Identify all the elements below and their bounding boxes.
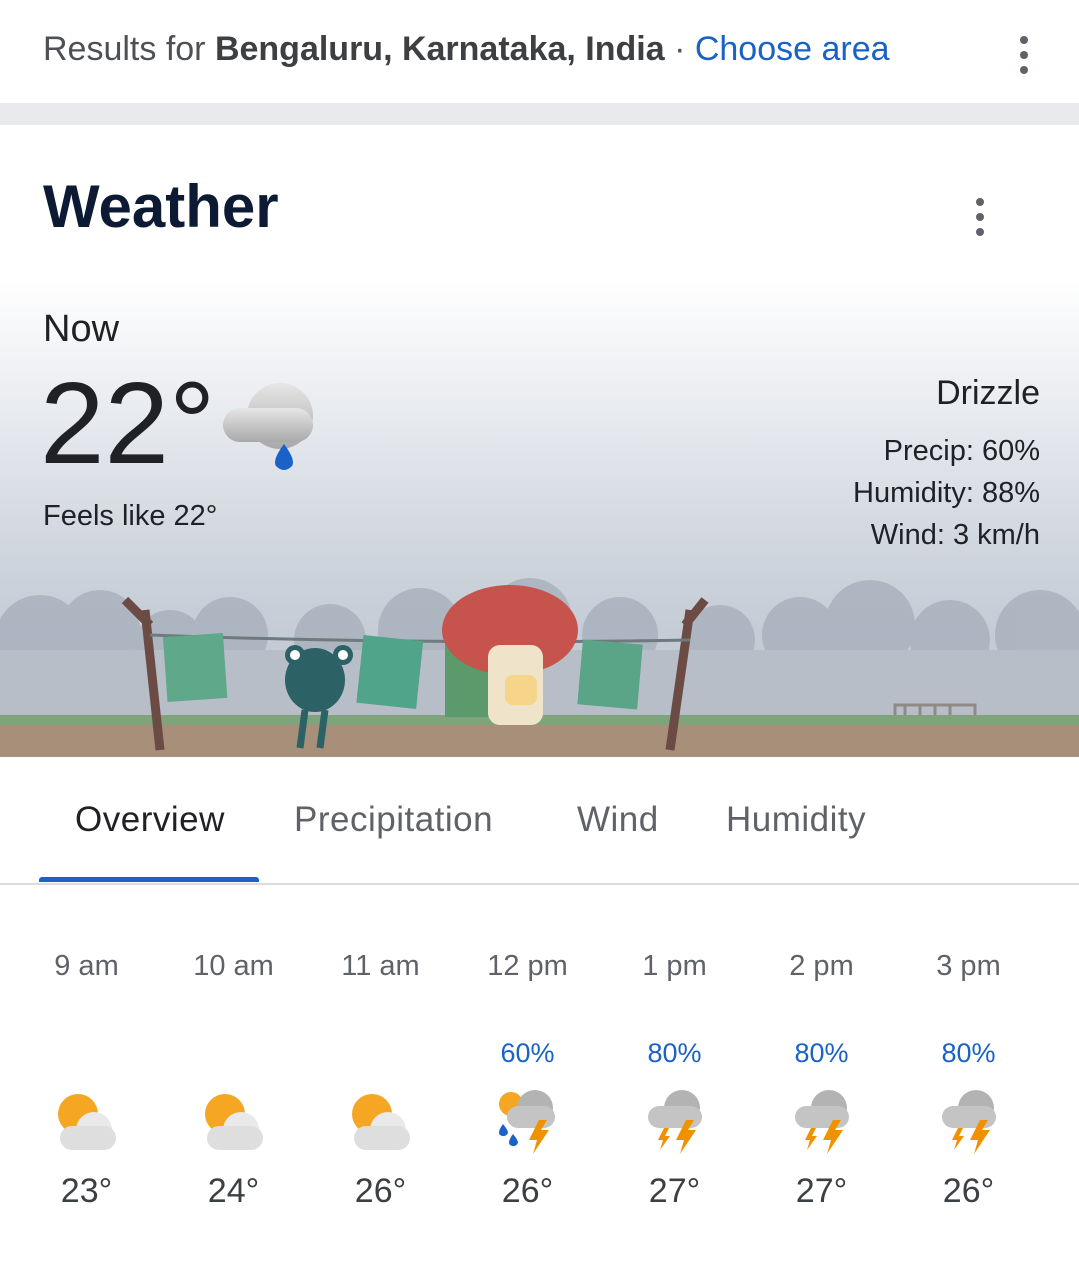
- hourly-item[interactable]: 12 pm 60% 26°: [454, 950, 601, 1211]
- results-for: Results for Bengaluru, Karnataka, India …: [43, 30, 890, 69]
- precip-detail: Precip: 60%: [883, 435, 1040, 467]
- tab-overview[interactable]: Overview: [75, 800, 225, 840]
- results-prefix: Results for: [43, 30, 215, 68]
- hourly-item[interactable]: 9 am 23°: [13, 950, 160, 1211]
- hour-temperature: 24°: [207, 1172, 260, 1210]
- current-temperature: 22°: [40, 358, 216, 488]
- more-options-icon[interactable]: [1019, 36, 1029, 74]
- precip-chance: 80%: [794, 1038, 849, 1068]
- wind-detail: Wind: 3 km/h: [870, 519, 1040, 551]
- choose-area-link[interactable]: Choose area: [695, 30, 890, 68]
- thunderstorms-icon: [748, 1086, 895, 1162]
- hour-temperature: 26°: [354, 1172, 407, 1210]
- partly-cloudy-icon: [160, 1086, 307, 1162]
- active-tab-indicator: [39, 877, 259, 882]
- hour-label: 9 am: [54, 950, 119, 982]
- hourly-item[interactable]: 2 pm 80% 27°: [748, 950, 895, 1211]
- precip-chance: 80%: [941, 1038, 996, 1068]
- divider: [0, 103, 1079, 125]
- card-more-options-icon[interactable]: [975, 198, 985, 236]
- location-name: Bengaluru, Karnataka, India: [214, 30, 665, 68]
- hour-temperature: 23°: [60, 1172, 113, 1210]
- hour-temperature: 27°: [795, 1172, 848, 1210]
- hour-label: 3 pm: [936, 950, 1001, 982]
- humidity-detail: Humidity: 88%: [853, 477, 1040, 509]
- location-bar: Results for Bengaluru, Karnataka, India …: [0, 0, 1079, 103]
- tab-wind[interactable]: Wind: [577, 800, 659, 840]
- hour-label: 2 pm: [789, 950, 854, 982]
- hourly-item[interactable]: 10 am 24°: [160, 950, 307, 1211]
- tab-precipitation[interactable]: Precipitation: [294, 800, 493, 840]
- tab-humidity[interactable]: Humidity: [726, 800, 866, 840]
- card-title: Weather: [43, 173, 279, 240]
- precip-chance: [160, 1038, 307, 1086]
- feels-like: Feels like 22°: [43, 500, 218, 532]
- partly-cloudy-icon: [307, 1086, 454, 1162]
- partly-cloudy-icon: [13, 1086, 160, 1162]
- precip-chance: [13, 1038, 160, 1086]
- thunderstorms-icon: [895, 1086, 1042, 1162]
- separator: ·: [664, 30, 695, 68]
- hourly-item[interactable]: 1 pm 80% 27°: [601, 950, 748, 1211]
- condition: Drizzle: [936, 374, 1040, 412]
- drizzle-icon: [223, 383, 313, 470]
- hour-label: 10 am: [193, 950, 274, 982]
- thunderstorms-icon: [601, 1086, 748, 1162]
- hourly-item[interactable]: 11 am 26°: [307, 950, 454, 1211]
- hour-label: 1 pm: [642, 950, 707, 982]
- precip-chance: 80%: [647, 1038, 702, 1068]
- weather-tabs: Overview Precipitation Wind Humidity: [0, 790, 1079, 885]
- precip-chance: [307, 1038, 454, 1086]
- hour-temperature: 26°: [501, 1172, 554, 1210]
- hour-temperature: 26°: [942, 1172, 995, 1210]
- now-label: Now: [43, 308, 120, 350]
- precip-chance: 60%: [500, 1038, 555, 1068]
- hourly-item[interactable]: 3 pm 80% 26°: [895, 950, 1042, 1211]
- hour-label: 11 am: [341, 950, 420, 982]
- hour-label: 12 pm: [487, 950, 568, 982]
- scattered-thunderstorms-icon: [454, 1086, 601, 1162]
- hour-temperature: 27°: [648, 1172, 701, 1210]
